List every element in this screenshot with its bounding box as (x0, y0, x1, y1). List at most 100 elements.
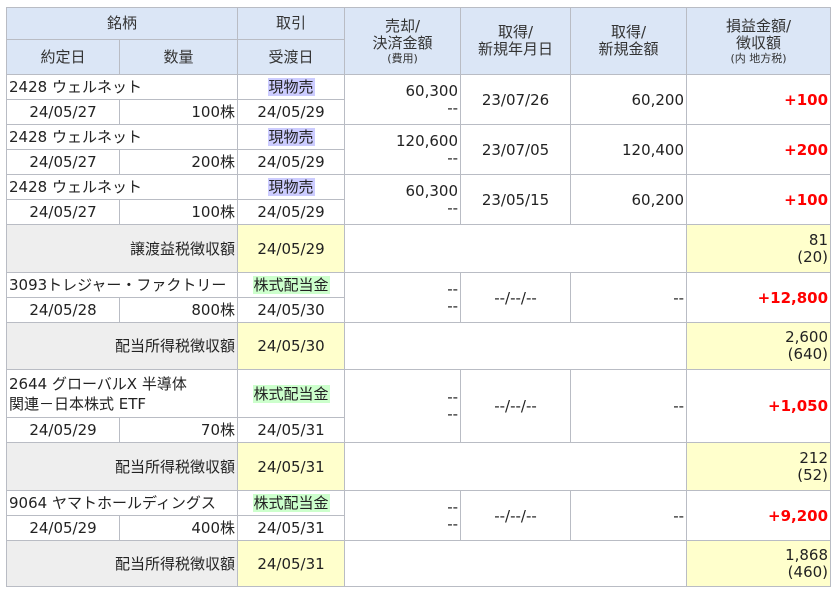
header-pl-sub: (内 地方税) (730, 51, 787, 65)
header-sell-label: 売却/ 決済金額 (372, 16, 433, 52)
quantity: 100株 (118, 99, 239, 125)
sell-amount: -- -- (344, 369, 462, 443)
sell-amount-value: -- (447, 497, 459, 516)
tax-row: 配当所得税徴収額 24/05/31 1,868 (460) (5, 540, 832, 587)
sell-amount-value: 120,600 (395, 131, 459, 150)
sell-cost: -- (447, 405, 459, 423)
profit-loss: +12,800 (686, 272, 832, 323)
tax-empty (344, 224, 688, 273)
trade-type-badge: 株式配当金 (252, 276, 330, 294)
header-sell-amount: 売却/ 決済金額 (費用) (344, 7, 462, 75)
trade-type-badge: 現物売 (267, 78, 315, 96)
header-acq-date: 取得/ 新規年月日 (460, 7, 572, 75)
tax-label: 配当所得税徴収額 (5, 540, 239, 587)
delivery-date: 24/05/29 (237, 149, 346, 175)
header-acq-amount: 取得/ 新規金額 (570, 7, 688, 75)
tax-local: (640) (787, 345, 829, 363)
quantity: 70株 (118, 417, 239, 443)
sell-cost: -- (447, 514, 459, 533)
stock-name: 3093トレジャー・ファクトリー (5, 272, 239, 298)
quantity: 200株 (118, 149, 239, 175)
trade-type-badge: 株式配当金 (252, 494, 330, 512)
tax-amount: 81 (20) (686, 224, 832, 273)
acq-amount: -- (570, 369, 688, 443)
sell-cost: -- (447, 148, 459, 167)
tax-amount: 2,600 (640) (686, 322, 832, 370)
stock-name: 2428 ウェルネット (5, 74, 239, 100)
stock-name-line2: 関連－日本株式 ETF (9, 394, 147, 413)
sell-amount-value: 60,300 (405, 181, 459, 200)
quantity: 400株 (118, 515, 239, 541)
sell-cost: -- (447, 98, 459, 117)
tax-empty (344, 322, 688, 370)
header-qty: 数量 (118, 39, 239, 75)
tax-empty (344, 540, 688, 587)
tax-label: 配当所得税徴収額 (5, 322, 239, 370)
sell-amount: 60,300 -- (344, 174, 462, 225)
stock-name: 2644 グローバルX 半導体 関連－日本株式 ETF (5, 369, 239, 418)
delivery-date: 24/05/31 (237, 417, 346, 443)
header-trade-date: 約定日 (6, 39, 120, 75)
acq-date: 23/05/15 (460, 174, 572, 225)
acq-amount: -- (570, 272, 688, 323)
delivery-date: 24/05/31 (237, 515, 346, 541)
delivery-date: 24/05/30 (237, 297, 346, 323)
tax-amount-value: 81 (808, 230, 829, 249)
stock-name-line1: 2644 グローバルX 半導体 (9, 374, 187, 393)
table-row: 2428 ウェルネット 現物売 120,600 -- 23/07/05 120,4… (5, 124, 832, 175)
table-row: 3093トレジャー・ファクトリー 株式配当金 -- -- --/--/-- -- … (5, 272, 832, 323)
trade-date: 24/05/28 (6, 297, 120, 323)
acq-amount: 120,400 (570, 124, 688, 175)
sell-amount-value: 60,300 (405, 81, 459, 100)
sell-amount: -- -- (344, 272, 462, 323)
quantity: 100株 (118, 199, 239, 225)
tax-row: 配当所得税徴収額 24/05/30 2,600 (640) (5, 322, 832, 370)
header-delivery-date: 受渡日 (237, 39, 346, 75)
profit-loss: +100 (686, 74, 832, 125)
delivery-date: 24/05/29 (237, 99, 346, 125)
tax-date: 24/05/31 (237, 442, 346, 491)
tax-local: (52) (797, 465, 829, 484)
profit-loss: +100 (686, 174, 832, 225)
trade-type: 現物売 (237, 74, 346, 100)
sell-amount: 60,300 -- (344, 74, 462, 125)
sell-cost: -- (447, 198, 459, 217)
trade-type: 現物売 (237, 174, 346, 200)
tax-amount: 212 (52) (686, 442, 832, 491)
profit-loss: +1,050 (686, 369, 832, 443)
tax-row: 譲渡益税徴収額 24/05/29 81 (20) (5, 224, 832, 273)
acq-amount: 60,200 (570, 174, 688, 225)
tax-amount-value: 2,600 (785, 328, 829, 346)
tax-date: 24/05/29 (237, 224, 346, 273)
header-pl: 損益金額/ 徴収額 (内 地方税) (686, 7, 832, 75)
table-row: 2644 グローバルX 半導体 関連－日本株式 ETF 株式配当金 -- -- -… (5, 369, 832, 443)
trade-type-badge: 現物売 (267, 178, 315, 196)
delivery-date: 24/05/29 (237, 199, 346, 225)
header-sell-sub: (費用) (387, 51, 418, 65)
trade-type: 現物売 (237, 124, 346, 150)
trade-type-badge: 現物売 (267, 128, 315, 146)
tax-row: 配当所得税徴収額 24/05/31 212 (52) (5, 442, 832, 491)
trade-type-badge: 株式配当金 (252, 384, 330, 403)
trade-date: 24/05/27 (6, 99, 120, 125)
trade-type: 株式配当金 (237, 490, 346, 516)
quantity: 800株 (118, 297, 239, 323)
tax-date: 24/05/31 (237, 540, 346, 587)
acq-date: --/--/-- (460, 490, 572, 541)
tax-amount-value: 212 (799, 448, 829, 467)
header-pl-label: 損益金額/ 徴収額 (725, 16, 792, 52)
header-trade: 取引 (237, 7, 346, 40)
tax-label: 譲渡益税徴収額 (5, 224, 239, 273)
trade-type: 株式配当金 (237, 272, 346, 298)
table-row: 2428 ウェルネット 現物売 60,300 -- 23/07/26 60,200… (5, 74, 832, 125)
acq-amount: 60,200 (570, 74, 688, 125)
table-row: 9064 ヤマトホールディングス 株式配当金 -- -- --/--/-- -- … (5, 490, 832, 541)
sell-cost: -- (447, 296, 459, 315)
tax-date: 24/05/30 (237, 322, 346, 370)
acq-date: 23/07/05 (460, 124, 572, 175)
trade-date: 24/05/29 (6, 515, 120, 541)
sell-amount: 120,600 -- (344, 124, 462, 175)
profit-loss: +200 (686, 124, 832, 175)
trade-date: 24/05/27 (6, 199, 120, 225)
acq-date: 23/07/26 (460, 74, 572, 125)
